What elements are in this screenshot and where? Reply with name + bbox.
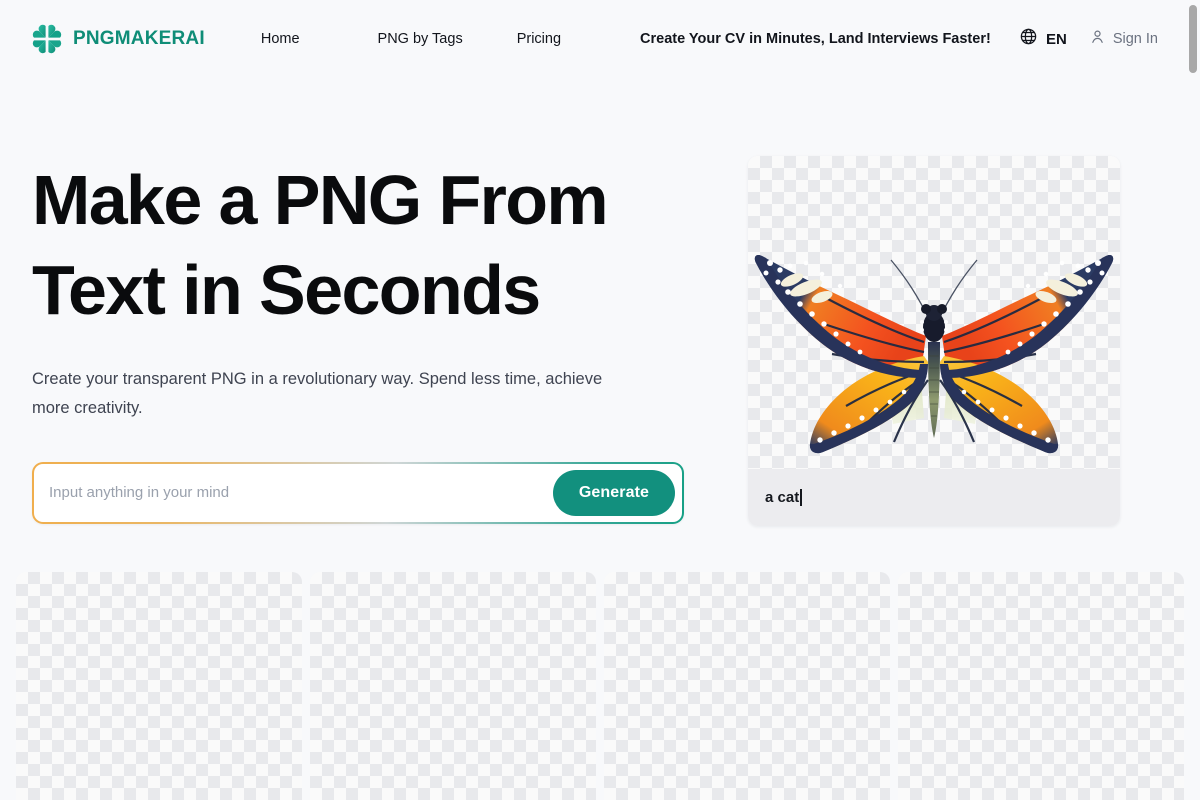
signin-button[interactable]: Sign In [1089, 28, 1158, 50]
preview-image [748, 156, 1120, 469]
preview-caption[interactable]: a cat [748, 469, 1120, 526]
hero-left-column: Make a PNG From Text in Seconds Create y… [32, 156, 684, 526]
page-scrollbar-thumb[interactable] [1189, 5, 1197, 73]
clover-logo-icon [32, 24, 62, 54]
result-card-placeholder[interactable] [16, 572, 302, 800]
signin-label: Sign In [1112, 31, 1158, 47]
text-caret [800, 489, 802, 506]
hero-subtitle: Create your transparent PNG in a revolut… [32, 370, 603, 417]
hero-title-line-1: Make a PNG From [32, 161, 609, 239]
result-card-placeholder[interactable] [898, 572, 1184, 800]
nav-item-create-cv[interactable]: Create Your CV in Minutes, Land Intervie… [640, 25, 991, 53]
prompt-bar: Generate [32, 461, 684, 524]
prompt-input[interactable] [49, 463, 553, 522]
globe-icon [1019, 27, 1038, 51]
main-nav: Home PNG by Tags Pricing Create Your CV … [261, 25, 991, 53]
prompt-inner: Generate [34, 463, 682, 522]
nav-item-home[interactable]: Home [261, 25, 300, 53]
nav-item-png-by-tags[interactable]: PNG by Tags [378, 25, 463, 53]
nav-item-pricing[interactable]: Pricing [517, 25, 561, 53]
hero-section: Make a PNG From Text in Seconds Create y… [0, 78, 1200, 526]
result-grid [0, 526, 1200, 800]
brand-logo[interactable]: PNGMAKERAI [32, 24, 205, 54]
site-header: PNGMAKERAI Home PNG by Tags Pricing Crea… [0, 0, 1200, 78]
preview-card[interactable]: a cat [748, 156, 1120, 526]
generate-button[interactable]: Generate [552, 469, 675, 516]
page-scrollbar-track[interactable] [1186, 0, 1200, 800]
result-card-placeholder[interactable] [604, 572, 890, 800]
result-card-placeholder[interactable] [310, 572, 596, 800]
preview-caption-text: a cat [765, 489, 800, 506]
hero-right-column: a cat [748, 156, 1120, 526]
language-switcher[interactable]: EN [1019, 27, 1067, 51]
page-title: Make a PNG From Text in Seconds [32, 156, 684, 335]
user-icon [1089, 28, 1106, 50]
header-right: EN Sign In [1019, 27, 1200, 51]
language-code: EN [1046, 30, 1067, 48]
hero-title-line-2: Text in Seconds [32, 250, 541, 329]
brand-name: PNGMAKERAI [73, 28, 205, 49]
